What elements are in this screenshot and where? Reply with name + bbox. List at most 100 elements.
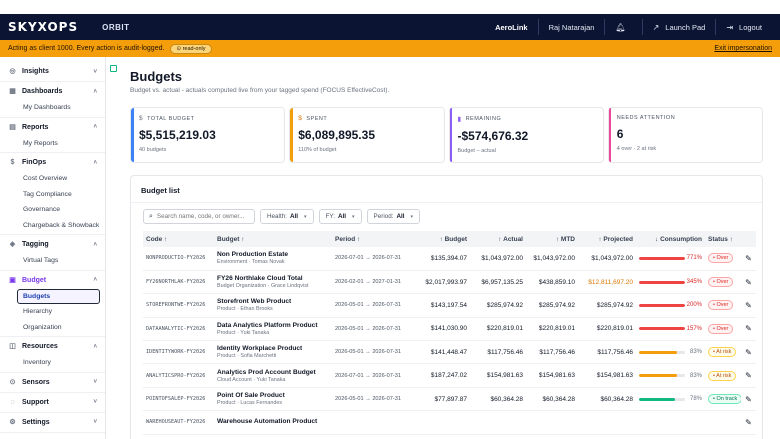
table-row[interactable]: ANALYTICSPRO-FY2026 Analytics Prod Accoun… xyxy=(143,363,756,388)
sidebar-group-dashboards[interactable]: ▦ Dashboards ˄ xyxy=(0,83,105,100)
edit-button[interactable]: ✎ xyxy=(741,363,756,388)
mtd-amount: $117,756.46 xyxy=(526,340,578,365)
budget-name[interactable]: FY26 Northlake Cloud Total xyxy=(217,275,329,282)
finops-icon: $ xyxy=(10,159,15,166)
budget-table-wrapper: Code ↑ Budget ↑ Period ↑ ↑ Budget ↑ Actu… xyxy=(143,231,756,435)
sidebar-item-organization[interactable]: Organization xyxy=(0,320,105,336)
chevron-down-icon: ▾ xyxy=(410,213,414,220)
sidebar-group-reports[interactable]: ▤ Reports ˄ xyxy=(0,119,105,136)
user-name[interactable]: Raj Natarajan xyxy=(537,19,605,35)
sidebar-group-finops[interactable]: $ FinOps ˄ xyxy=(0,154,105,171)
card-value: $6,089,895.35 xyxy=(298,128,375,142)
top-right-controls: AeroLink Raj Natarajan 🔔︎ ↗ Launch Pad ⇥ L… xyxy=(485,14,772,40)
edit-button[interactable]: ✎ xyxy=(741,293,756,318)
pencil-icon: ✎ xyxy=(745,371,752,381)
col-mtd[interactable]: ↑ MTD xyxy=(526,231,578,247)
budget-cell[interactable]: Data Analytics Platform Product Product ·… xyxy=(214,317,332,342)
budget-owner: Product · Yuki Tanaka xyxy=(217,329,270,336)
table-row[interactable]: DATAANALYTIC-FY2026 Data Analytics Platfo… xyxy=(143,317,756,342)
launch-pad-button[interactable]: ↗ Launch Pad xyxy=(641,19,716,35)
sidebar-item-governance[interactable]: Governance xyxy=(0,202,105,218)
sidebar-item-budgets[interactable]: Budgets xyxy=(17,288,100,304)
col-budget-name[interactable]: Budget ↑ xyxy=(214,231,332,247)
budget-cell[interactable]: Non Production Estate Environment · Tomas… xyxy=(214,247,332,271)
sidebar-group-resources[interactable]: ◫ Resources ˄ xyxy=(0,338,105,355)
sidebar-item-inventory[interactable]: Inventory xyxy=(0,355,105,371)
sidebar-group-insights[interactable]: ◎ Insights ˅ xyxy=(0,63,105,80)
sidebar-group-sensors[interactable]: ⊙ Sensors ˅ xyxy=(0,374,105,391)
edit-button[interactable]: ✎ xyxy=(741,270,756,295)
dashboard-icon: ▦ xyxy=(9,88,16,95)
col-actual[interactable]: ↑ Actual xyxy=(470,231,526,247)
budget-amount: $141,030.90 xyxy=(412,317,470,342)
sidebar-group-budget[interactable]: ▣ Budget ˄ xyxy=(0,272,105,289)
sidebar-item-chargeback-showback[interactable]: Chargeback & Showback xyxy=(0,218,105,234)
budget-name[interactable]: Warehouse Automation Product xyxy=(217,418,329,425)
table-row[interactable]: IDENTITYWORK-FY2026 Identity Workplace Pr… xyxy=(143,340,756,365)
sidebar-collapse-icon[interactable] xyxy=(110,65,117,72)
period-filter[interactable]: Period: All ▾ xyxy=(366,209,421,224)
budget-name[interactable]: Data Analytics Platform Product xyxy=(217,322,329,329)
sort-arrow-icon: ↑ xyxy=(241,235,245,243)
logout-button[interactable]: ⇥ Logout xyxy=(715,19,772,35)
sidebar-item-hierarchy[interactable]: Hierarchy xyxy=(0,304,105,320)
edit-button[interactable]: ✎ xyxy=(741,410,756,435)
budget-name[interactable]: Identity Workplace Product xyxy=(217,345,329,352)
sidebar-group-settings[interactable]: ⚙ Settings ˅ xyxy=(0,414,105,431)
consumption-bar-fill xyxy=(639,280,685,284)
status-cell: • On track xyxy=(705,387,741,412)
edit-button[interactable]: ✎ xyxy=(741,317,756,342)
budget-cell[interactable]: Storefront Web Product Product · Ethan Br… xyxy=(214,293,332,318)
col-projected[interactable]: ↑ Projected xyxy=(578,231,636,247)
org-name[interactable]: AeroLink xyxy=(485,19,538,35)
edit-button[interactable]: ✎ xyxy=(741,387,756,412)
search-input[interactable] xyxy=(156,213,247,220)
budget-name[interactable]: Storefront Web Product xyxy=(217,298,329,305)
col-status[interactable]: Status ↑ xyxy=(705,231,741,247)
budget-name[interactable]: Point Of Sale Product xyxy=(217,392,329,399)
status-badge: • Over xyxy=(708,300,734,311)
budget-period: 2026-05-01 → 2026-07-31 xyxy=(332,317,412,342)
health-filter[interactable]: Health: All ▾ xyxy=(260,209,314,224)
actual-amount: $285,974.92 xyxy=(470,293,526,318)
sidebar-item-my-reports[interactable]: My Reports xyxy=(0,136,105,152)
sidebar-item-cost-overview[interactable]: Cost Overview xyxy=(0,171,105,187)
status-badge: • At risk xyxy=(708,347,737,358)
budget-cell[interactable]: Analytics Prod Account Budget Cloud Accou… xyxy=(214,363,332,388)
budget-cell[interactable]: Point Of Sale Product Product · Lucas Fer… xyxy=(214,387,332,412)
table-row[interactable]: WAREHOUSEAUT-FY2026 Warehouse Automation … xyxy=(143,410,756,435)
sidebar-item-virtual-tags[interactable]: Virtual Tags xyxy=(0,253,105,269)
edit-button[interactable]: ✎ xyxy=(741,247,756,271)
col-code[interactable]: Code ↑ xyxy=(143,231,214,247)
fy-filter[interactable]: FY: All ▾ xyxy=(318,209,362,224)
search-box[interactable]: ⌕ xyxy=(143,209,255,224)
sidebar-group-label: Budget xyxy=(22,276,47,284)
col-budget-amount[interactable]: ↑ Budget xyxy=(412,231,470,247)
logo[interactable]: SKYXOPS xyxy=(8,20,78,34)
notifications-button[interactable]: 🔔︎ xyxy=(604,19,641,35)
exit-impersonation-link[interactable]: Exit impersonation xyxy=(714,45,772,52)
budget-owner: Product · Ethan Brooks xyxy=(217,306,273,313)
col-period[interactable]: Period ↑ xyxy=(332,231,412,247)
budget-name[interactable]: Analytics Prod Account Budget xyxy=(217,369,329,376)
sidebar-group-support[interactable]: ◌ Support ˅ xyxy=(0,394,105,411)
table-row[interactable]: STOREFRONTWE-FY2026 Storefront Web Produc… xyxy=(143,293,756,318)
table-row[interactable]: NONPRODUCTIO-FY2026 Non Production Estate… xyxy=(143,247,756,271)
table-row[interactable]: POINTOFSALEP-FY2026 Point Of Sale Product… xyxy=(143,387,756,412)
sidebar-group-label: Resources xyxy=(22,343,58,350)
sidebar-item-tag-compliance[interactable]: Tag Compliance xyxy=(0,187,105,203)
sidebar-group-tagging[interactable]: ◈ Tagging ˄ xyxy=(0,236,105,253)
consumption-bar-fill xyxy=(639,350,678,354)
edit-button[interactable]: ✎ xyxy=(741,340,756,365)
table-row[interactable]: FY26NORTHLAK-FY2026 FY26 Northlake Cloud … xyxy=(143,270,756,295)
col-consumption[interactable]: ↓ Consumption xyxy=(636,231,705,247)
sort-arrow-icon: ↑ xyxy=(598,235,602,243)
budget-name[interactable]: Non Production Estate xyxy=(217,251,329,258)
total-budget-card: $ TOTAL BUDGET $5,515,219.03 40 budgets xyxy=(130,107,286,163)
budget-cell[interactable]: Warehouse Automation Product xyxy=(214,410,332,435)
card-value: -$574,676.32 xyxy=(457,129,529,143)
sidebar-item-my-dashboards[interactable]: My Dashboards xyxy=(0,100,105,116)
budget-cell[interactable]: FY26 Northlake Cloud Total Budget Organiz… xyxy=(214,270,332,295)
budget-cell[interactable]: Identity Workplace Product Product · Sofi… xyxy=(214,340,332,365)
status-cell: • Over xyxy=(705,247,741,271)
